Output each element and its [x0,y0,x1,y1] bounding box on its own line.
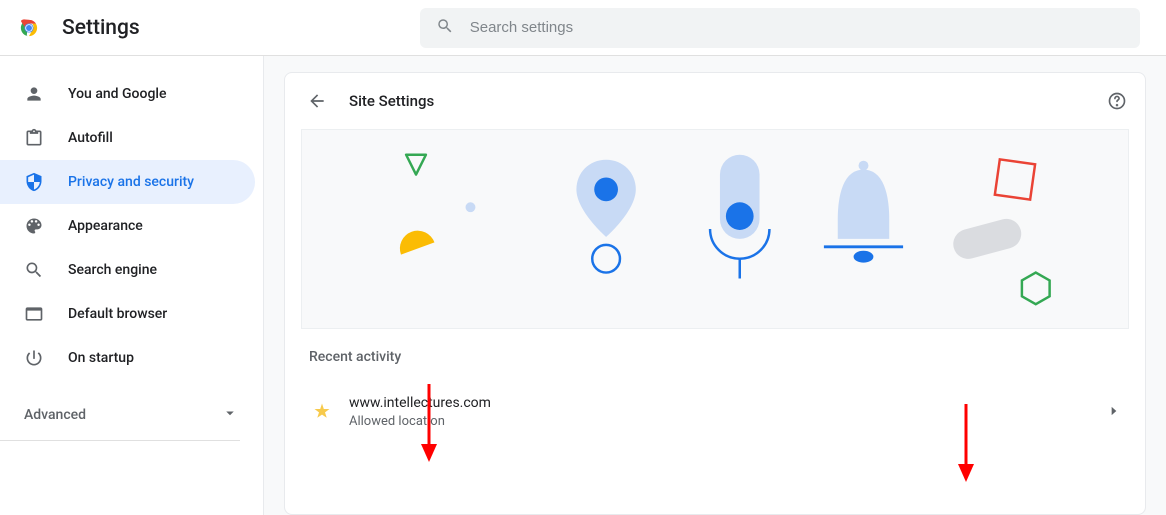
advanced-label: Advanced [24,407,86,423]
help-button[interactable] [1105,89,1129,113]
site-favicon-icon [313,402,333,422]
sidebar-item-label: You and Google [68,86,166,102]
page-title: Site Settings [349,92,1105,110]
chevron-right-icon [1107,403,1121,422]
clipboard-icon [24,128,44,148]
recent-activity-label: Recent activity [309,349,1121,365]
power-icon [24,348,44,368]
shield-icon [24,172,44,192]
sidebar-item-label: On startup [68,350,134,366]
sidebar-item-privacy[interactable]: Privacy and security [0,160,255,204]
activity-status: Allowed location [349,413,1107,431]
search-input[interactable] [470,19,1124,36]
activity-site-name: www.intellectures.com [349,393,1107,413]
chevron-down-icon [221,404,239,426]
sidebar-item-default-browser[interactable]: Default browser [0,292,255,336]
sidebar-item-label: Autofill [68,130,113,146]
search-icon [436,17,470,39]
search-icon [24,260,44,280]
sidebar-item-label: Search engine [68,262,157,278]
sidebar-item-label: Appearance [68,218,143,234]
settings-card: Site Settings [284,72,1146,515]
main-content: Site Settings [264,56,1166,515]
divider [0,440,240,441]
back-button[interactable] [301,85,333,117]
sidebar-item-autofill[interactable]: Autofill [0,116,255,160]
settings-title: Settings [62,16,140,40]
header: Settings [0,0,1166,56]
site-settings-illustration [301,129,1129,329]
sidebar-item-search-engine[interactable]: Search engine [0,248,255,292]
browser-icon [24,304,44,324]
recent-activity-section: Recent activity www.intellectures.com Al… [285,349,1145,435]
search-bar[interactable] [420,8,1140,48]
chrome-logo-icon [16,15,42,41]
palette-icon [24,216,44,236]
person-icon [24,84,44,104]
sidebar-item-label: Privacy and security [68,174,194,190]
card-header: Site Settings [285,73,1145,129]
activity-text: www.intellectures.com Allowed location [349,393,1107,431]
sidebar: You and Google Autofill Privacy and secu… [0,56,264,515]
sidebar-item-label: Default browser [68,306,167,322]
sidebar-advanced-toggle[interactable]: Advanced [0,392,263,436]
sidebar-item-on-startup[interactable]: On startup [0,336,255,380]
activity-row[interactable]: www.intellectures.com Allowed location [309,389,1121,435]
sidebar-item-you-and-google[interactable]: You and Google [0,72,255,116]
sidebar-item-appearance[interactable]: Appearance [0,204,255,248]
